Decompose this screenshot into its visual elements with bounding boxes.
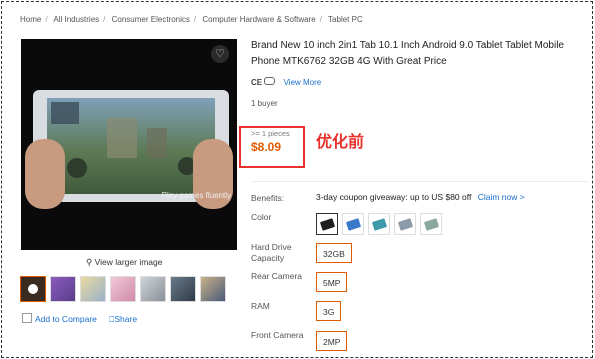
cert-badge-icon xyxy=(264,77,276,85)
game-screen xyxy=(47,98,215,194)
thumbnail-video[interactable] xyxy=(20,276,46,302)
game-scene-graphic xyxy=(51,102,196,178)
benefits-offer: 3-day coupon giveaway: up to US $80 off … xyxy=(316,192,525,202)
product-video[interactable]: ♡ Play games fluently xyxy=(21,39,237,250)
buyer-count: 1 buyer xyxy=(251,99,278,108)
view-more-link[interactable]: View More xyxy=(284,78,322,87)
thumbnail-image[interactable] xyxy=(170,276,196,302)
ce-cert-icon: CE xyxy=(251,78,263,87)
view-larger-image-link[interactable]: ⚲ View larger image xyxy=(86,257,163,268)
thumbnail-image[interactable] xyxy=(50,276,76,302)
front-camera-label: Front Camera xyxy=(251,330,304,340)
thumbnail-strip xyxy=(20,276,232,304)
thumbnail-image[interactable] xyxy=(140,276,166,302)
video-caption: Play games fluently xyxy=(161,191,231,200)
color-label: Color xyxy=(251,212,272,222)
unit-price: $8.09 xyxy=(251,140,282,154)
thumbnail-image[interactable] xyxy=(200,276,226,302)
breadcrumb-consumer-electronics[interactable]: Consumer Electronics xyxy=(112,15,190,24)
front-camera-option[interactable]: 2MP xyxy=(316,331,348,351)
magnifier-icon: ⚲ xyxy=(86,257,93,267)
thumbnail-image[interactable] xyxy=(110,276,136,302)
claim-now-link[interactable]: Claim now > xyxy=(478,192,525,202)
thumbnail-image[interactable] xyxy=(80,276,106,302)
breadcrumb-all-industries[interactable]: All Industries xyxy=(53,15,99,24)
color-swatch-gold[interactable] xyxy=(420,213,442,235)
hard-drive-option[interactable]: 32GB xyxy=(316,243,352,263)
play-icon xyxy=(28,284,38,294)
compare-checkbox[interactable] xyxy=(22,313,32,323)
color-swatch-teal[interactable] xyxy=(368,213,390,235)
breadcrumb: Home / All Industries / Consumer Electroni… xyxy=(20,15,363,24)
ram-option[interactable]: 3G xyxy=(316,301,342,321)
ram-label: RAM xyxy=(251,301,270,311)
color-swatch-silver[interactable] xyxy=(394,213,416,235)
certifications: CE View More xyxy=(251,77,321,87)
before-optimization-annotation: 优化前 xyxy=(316,134,365,151)
rear-camera-option[interactable]: 5MP xyxy=(316,272,348,292)
min-order-quantity: >= 1 pieces xyxy=(251,129,290,138)
breadcrumb-tablet-pc[interactable]: Tablet PC xyxy=(328,15,363,24)
color-swatch-black[interactable] xyxy=(316,213,338,235)
breadcrumb-computer-hardware[interactable]: Computer Hardware & Software xyxy=(202,15,315,24)
section-divider xyxy=(251,181,589,182)
rear-camera-label: Rear Camera xyxy=(251,271,303,281)
product-title: Brand New 10 inch 2in1 Tab 10.1 Inch And… xyxy=(251,40,564,67)
benefits-label: Benefits: xyxy=(251,193,285,203)
favorite-heart-icon[interactable]: ♡ xyxy=(211,45,229,63)
compare-share-bar: Add to Compare ⎕Share xyxy=(22,313,137,325)
color-options xyxy=(316,213,446,235)
breadcrumb-home[interactable]: Home xyxy=(20,15,41,24)
add-to-compare-link[interactable]: Add to Compare xyxy=(35,314,97,324)
color-swatch-blue[interactable] xyxy=(342,213,364,235)
hard-drive-label: Hard Drive Capacity xyxy=(251,242,292,263)
share-link[interactable]: ⎕Share xyxy=(109,314,137,324)
benefits-text: 3-day coupon giveaway: up to US $80 off xyxy=(316,192,472,202)
left-hand xyxy=(25,139,65,209)
